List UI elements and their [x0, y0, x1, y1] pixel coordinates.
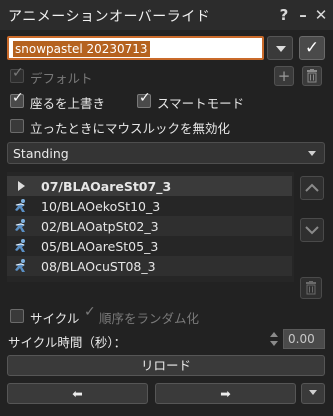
animation-state-value: Standing — [13, 146, 69, 161]
disable-mouselook-label: 立ったときにマウスルックを無効化 — [30, 121, 231, 136]
random-order-label: 順序をランダム化 — [99, 311, 200, 326]
list-item[interactable]: 02/BLAOatpSt02_3 — [7, 216, 292, 236]
next-button[interactable]: ➡ — [155, 383, 296, 404]
animation-name: 02/BLAOatpSt02_3 — [41, 219, 159, 234]
animation-icon — [15, 219, 25, 232]
cycle-label: サイクル — [30, 311, 80, 326]
checkmark-icon: ✓ — [12, 90, 24, 106]
smart-mode-label: スマートモード — [157, 96, 245, 111]
default-checkbox[interactable]: ✓ — [10, 65, 24, 83]
delete-animation-button[interactable] — [300, 277, 322, 299]
cycle-time-input[interactable]: 0.00 — [283, 329, 325, 349]
add-set-button[interactable]: + — [274, 66, 294, 86]
apply-set-button[interactable]: ✓ — [299, 36, 325, 60]
cycle-time-spinner[interactable] — [268, 328, 280, 350]
trash-icon — [306, 281, 316, 295]
chevron-down-icon — [309, 390, 317, 395]
list-item[interactable]: 08/BLAOcuST08_3 — [7, 256, 292, 276]
animation-name: 10/BLAOekoSt10_3 — [41, 199, 161, 214]
delete-set-button[interactable] — [302, 66, 322, 86]
set-name-text: snowpastel 20230713 — [13, 41, 150, 57]
more-options-button[interactable] — [301, 383, 325, 404]
spinner-arrows-icon — [270, 332, 278, 346]
override-sit-checkbox[interactable]: ✓ — [10, 90, 24, 108]
animation-name: 05/BLAOareSt05_3 — [41, 239, 159, 254]
animation-name: 08/BLAOcuST08_3 — [41, 259, 156, 274]
trash-icon — [307, 69, 317, 83]
chevron-down-icon — [305, 226, 319, 235]
chevron-down-icon — [308, 151, 316, 156]
checkmark-icon: ✓ — [139, 90, 151, 106]
override-sit-label: 座るを上書き — [30, 96, 106, 111]
previous-button[interactable]: ⬅ — [7, 383, 148, 404]
animation-icon — [15, 259, 25, 272]
animation-state-dropdown[interactable]: Standing — [7, 142, 325, 164]
animation-icon — [15, 199, 25, 212]
arrow-left-icon: ⬅ — [72, 386, 83, 401]
checkmark-icon: ✓ — [12, 65, 24, 81]
checkmark-icon: ✓ — [84, 304, 96, 320]
help-icon[interactable]: ? — [276, 5, 292, 25]
chevron-down-icon — [276, 46, 286, 52]
list-item[interactable]: 05/BLAOareSt05_3 — [7, 236, 292, 256]
checkmark-icon: ✓ — [304, 38, 320, 58]
set-name-field[interactable]: snowpastel 20230713 — [7, 36, 264, 60]
smart-mode-checkbox[interactable]: ✓ — [137, 90, 151, 108]
list-item[interactable]: 07/BLAOareSt07_3 — [7, 176, 292, 196]
plus-icon: + — [277, 67, 291, 85]
play-icon — [18, 181, 25, 191]
move-down-button[interactable] — [300, 218, 324, 242]
close-icon[interactable]: ✕ — [313, 5, 329, 25]
disable-mouselook-checkbox[interactable] — [10, 119, 24, 133]
animation-list[interactable]: 07/BLAOareSt07_3 10/BLAOekoSt10_3 02/BLA… — [7, 172, 294, 282]
cycle-time-label: サイクル時間（秒）： — [8, 335, 127, 350]
minimize-icon[interactable]: – — [295, 5, 311, 25]
move-up-button[interactable] — [300, 176, 324, 200]
animation-icon — [15, 239, 25, 252]
reload-button[interactable]: リロード — [7, 355, 325, 376]
default-label: デフォルト — [30, 71, 93, 86]
window-title: アニメーションオーバーライド — [8, 9, 211, 25]
animation-name: 07/BLAOareSt07_3 — [41, 179, 172, 194]
list-item[interactable]: 10/BLAOekoSt10_3 — [7, 196, 292, 216]
cycle-checkbox[interactable] — [10, 309, 24, 323]
random-order-checkbox[interactable]: ✓ — [83, 304, 97, 323]
arrow-right-icon: ➡ — [220, 386, 231, 401]
set-dropdown-button[interactable] — [267, 36, 293, 60]
chevron-up-icon — [305, 183, 319, 192]
